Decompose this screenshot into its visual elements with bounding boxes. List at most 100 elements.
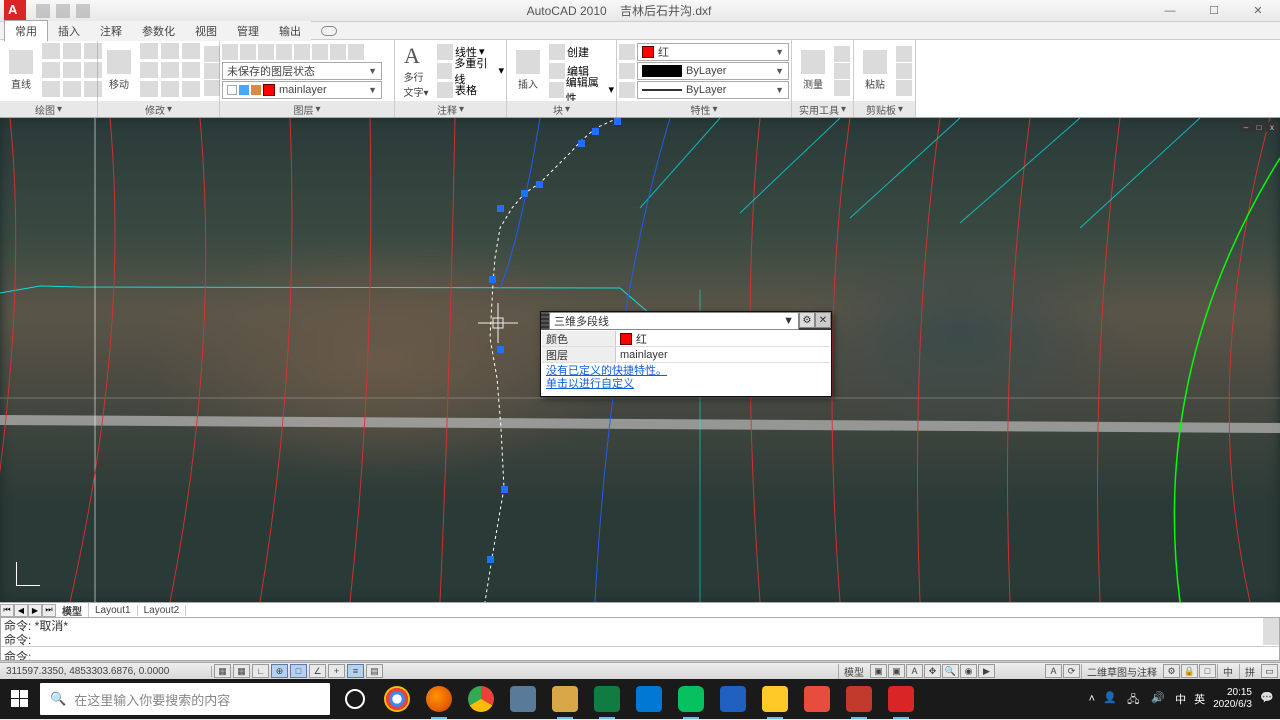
fillet-icon[interactable]	[182, 62, 200, 78]
layer-g-icon[interactable]	[348, 44, 364, 60]
match-icon[interactable]	[896, 80, 912, 96]
qat-open-icon[interactable]	[56, 4, 70, 18]
offset-icon[interactable]	[182, 81, 200, 97]
app1-icon[interactable]	[502, 679, 544, 719]
start-button[interactable]	[0, 679, 40, 719]
command-input[interactable]: 命令:	[1, 646, 1279, 661]
store-icon[interactable]	[796, 679, 838, 719]
tab-view[interactable]: 视图	[185, 21, 227, 41]
tab-layout2[interactable]: Layout2	[138, 605, 187, 616]
create-block-button[interactable]: 创建	[549, 43, 614, 61]
move-button[interactable]: 移动	[100, 43, 138, 98]
layout-prev-icon[interactable]: ◀	[14, 604, 28, 617]
ws-gear-icon[interactable]: ⚙	[1163, 664, 1180, 678]
volume-icon[interactable]: 🔊	[1151, 691, 1167, 707]
qat-new-icon[interactable]	[36, 4, 50, 18]
layout-last-icon[interactable]: ⏭	[42, 604, 56, 617]
ortho-toggle[interactable]: ∟	[252, 664, 269, 678]
util-b-icon[interactable]	[834, 63, 850, 79]
tab-model[interactable]: 模型	[56, 603, 89, 618]
rotate-icon[interactable]	[161, 43, 179, 59]
spline-icon[interactable]	[42, 81, 60, 97]
arc-icon[interactable]	[84, 43, 102, 59]
qp-link-customize[interactable]: 单击以进行自定义	[546, 378, 826, 391]
app4-icon[interactable]	[838, 679, 880, 719]
chrome2-icon[interactable]	[460, 679, 502, 719]
qat-save-icon[interactable]	[76, 4, 90, 18]
snap-toggle[interactable]: ▦	[214, 664, 231, 678]
util-a-icon[interactable]	[834, 46, 850, 62]
hw-icon[interactable]: □	[1199, 664, 1216, 678]
polar-toggle[interactable]: ⊕	[271, 664, 288, 678]
qp-link-nodef[interactable]: 没有已定义的快捷特性。	[546, 365, 826, 378]
layer-b-icon[interactable]	[258, 44, 274, 60]
drawing-viewport[interactable]: – □ x 三维多段线▼ ⚙ ✕ 颜色 红 图层 mainlayer	[0, 118, 1280, 602]
poly-icon[interactable]	[63, 81, 81, 97]
tray-clock[interactable]: 20:15 2020/6/3	[1213, 687, 1252, 711]
mtext-button[interactable]: A多行文字▾	[397, 43, 435, 98]
layout-next-icon[interactable]: ▶	[28, 604, 42, 617]
layer-a-icon[interactable]	[240, 44, 256, 60]
quickview-l-icon[interactable]: ▣	[870, 664, 887, 678]
qp-options-icon[interactable]: ⚙	[799, 312, 815, 328]
panel-block-title[interactable]: 块 ▾	[507, 101, 616, 117]
tab-contextual-icon[interactable]	[321, 26, 337, 36]
grid-toggle[interactable]: ▦	[233, 664, 250, 678]
hatch-icon[interactable]	[84, 62, 102, 78]
cortana-icon[interactable]	[334, 679, 376, 719]
otrack-toggle[interactable]: ∠	[309, 664, 326, 678]
annovis-icon[interactable]: A	[1045, 664, 1062, 678]
panel-annot-title[interactable]: 注释 ▾	[395, 101, 506, 117]
panel-props-title[interactable]: 特性 ▾	[617, 101, 791, 117]
taskbar-search[interactable]: 🔍 在这里输入你要搜索的内容	[40, 683, 330, 715]
measure-button[interactable]: 测量	[794, 43, 832, 98]
stretch-icon[interactable]	[140, 81, 158, 97]
panel-layer-title[interactable]: 图层 ▾	[220, 101, 394, 117]
firefox-icon[interactable]	[418, 679, 460, 719]
lineweight-combo[interactable]: ByLayer▼	[637, 81, 789, 99]
layerprops-icon[interactable]	[222, 44, 238, 60]
app3-icon[interactable]	[712, 679, 754, 719]
color-combo[interactable]: 红▼	[637, 43, 789, 61]
ime-zh[interactable]: 中	[1175, 691, 1186, 707]
line-button[interactable]: 直线	[2, 43, 40, 98]
mleader-button[interactable]: 多重引线 ▾	[437, 62, 504, 80]
insert-block-button[interactable]: 插入	[509, 43, 547, 98]
qp-object-type-combo[interactable]: 三维多段线▼	[549, 312, 799, 330]
quick-properties-panel[interactable]: 三维多段线▼ ⚙ ✕ 颜色 红 图层 mainlayer 没有已定义的快捷特性。…	[540, 311, 832, 397]
ime-mode[interactable]: 中	[1217, 664, 1238, 679]
array-icon[interactable]	[161, 81, 179, 97]
workspace-button[interactable]: 二维草图与注释	[1081, 664, 1162, 679]
qp-grip[interactable]	[541, 312, 549, 330]
panel-draw-title[interactable]: 绘图 ▾	[0, 101, 97, 117]
tab-insert[interactable]: 插入	[48, 21, 90, 41]
excel-icon[interactable]	[586, 679, 628, 719]
dyn-toggle[interactable]: +	[328, 664, 345, 678]
layer-d-icon[interactable]	[294, 44, 310, 60]
wheel-icon[interactable]: ◉	[960, 664, 977, 678]
tab-manage[interactable]: 管理	[227, 21, 269, 41]
join-icon[interactable]	[204, 80, 220, 96]
app-icon[interactable]	[4, 0, 26, 22]
layer-c-icon[interactable]	[276, 44, 292, 60]
circle-icon[interactable]	[63, 43, 81, 59]
notifications-icon[interactable]: 💬	[1260, 691, 1276, 707]
tab-layout1[interactable]: Layout1	[89, 605, 138, 616]
photos-icon[interactable]	[628, 679, 670, 719]
people-icon[interactable]: 👤	[1103, 691, 1119, 707]
vp-close-icon[interactable]: x	[1266, 122, 1278, 132]
tray-up-icon[interactable]: ˄	[1089, 693, 1095, 705]
qp-layer-value[interactable]: mainlayer	[616, 347, 830, 363]
mirror-icon[interactable]	[140, 62, 158, 78]
layer-combo[interactable]: mainlayer▼	[222, 81, 382, 99]
rect-icon[interactable]	[42, 62, 60, 78]
qp-color-value[interactable]: 红	[616, 331, 830, 347]
chrome-icon[interactable]	[376, 679, 418, 719]
tab-parametric[interactable]: 参数化	[132, 21, 185, 41]
paste-button[interactable]: 粘贴	[856, 43, 894, 98]
layer-state-combo[interactable]: 未保存的图层状态▼	[222, 62, 382, 80]
zoom-icon[interactable]: 🔍	[942, 664, 959, 678]
maximize-button[interactable]: ☐	[1192, 0, 1236, 22]
pan-icon[interactable]: ✥	[924, 664, 941, 678]
close-button[interactable]: ✕	[1236, 0, 1280, 22]
